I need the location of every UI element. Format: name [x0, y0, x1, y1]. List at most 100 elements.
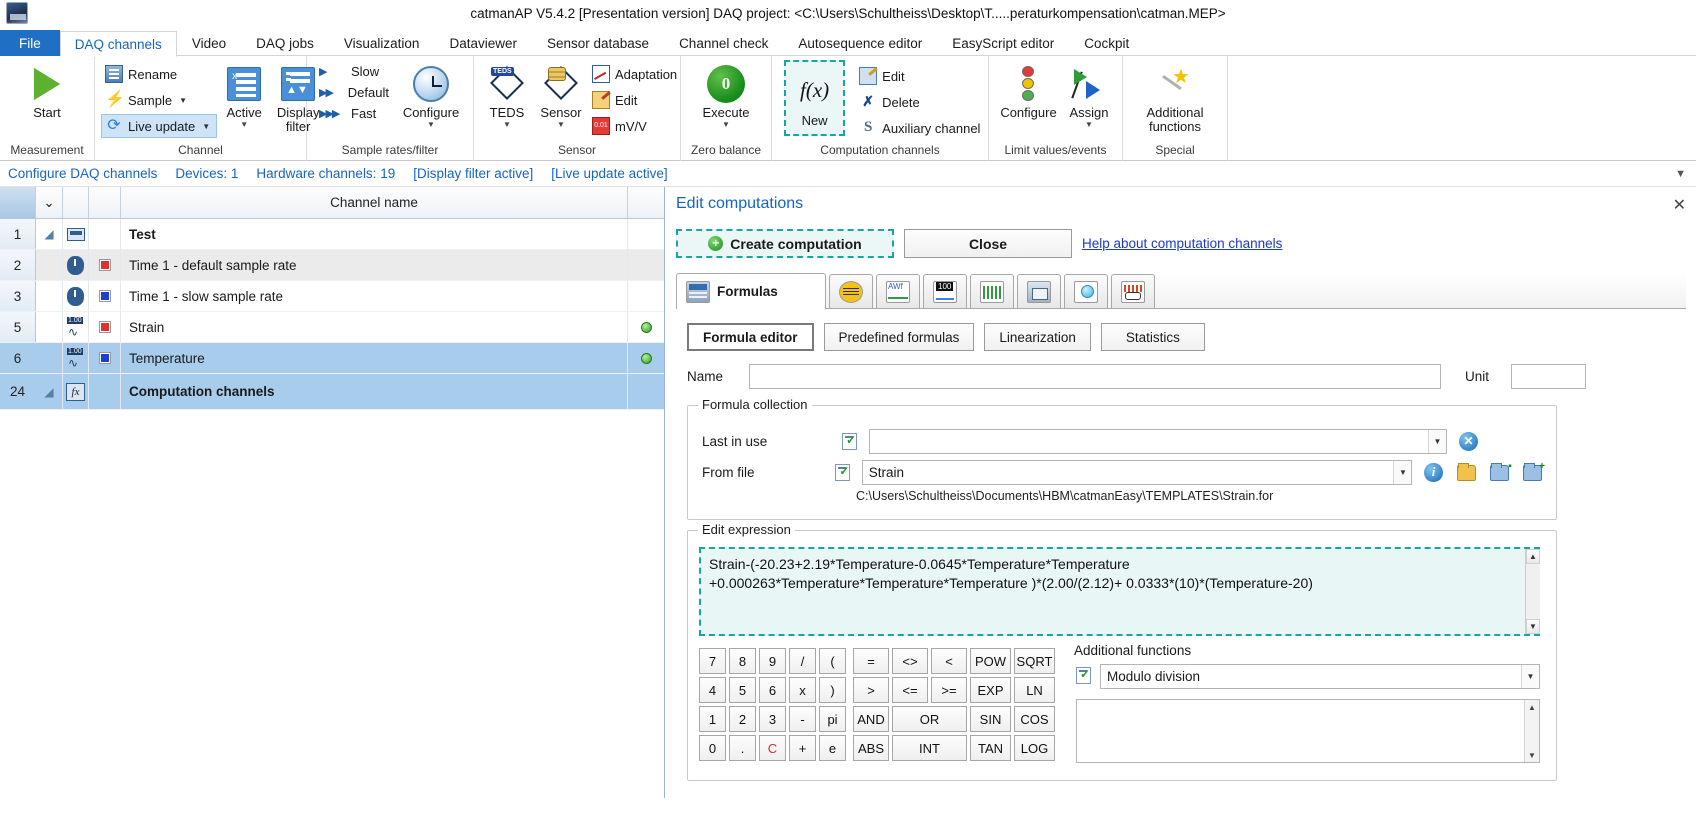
adaptation-button[interactable]: Adaptation	[588, 62, 684, 86]
start-button[interactable]: Start	[20, 60, 74, 120]
key-plus[interactable]: +	[789, 735, 816, 761]
key-divide[interactable]: /	[789, 648, 816, 674]
unit-input[interactable]	[1511, 364, 1587, 389]
tab-statistics[interactable]: Statistics	[1100, 323, 1205, 351]
close-icon[interactable]: ✕	[1673, 195, 1686, 215]
new-folder-icon[interactable]: +	[1522, 461, 1545, 481]
additional-functions-button[interactable]: ★ Additional functions	[1129, 60, 1221, 134]
expression-scrollbar[interactable]: ▲ ▼	[1525, 549, 1540, 634]
chevron-down-icon[interactable]: ▼	[202, 122, 210, 131]
key-5[interactable]: 5	[729, 677, 756, 703]
tab-linearization[interactable]: Linearization	[984, 323, 1091, 351]
additional-functions-description[interactable]: ▲ ▼	[1076, 699, 1540, 763]
key-decimal[interactable]: .	[729, 735, 756, 761]
key-exp[interactable]: EXP	[970, 677, 1011, 703]
help-link[interactable]: Help about computation channels	[1082, 236, 1282, 251]
chevron-down-icon[interactable]: ▼	[503, 121, 511, 129]
clear-circle-icon[interactable]: ✕	[1459, 432, 1478, 451]
key-and[interactable]: AND	[853, 706, 889, 732]
name-input[interactable]	[749, 364, 1441, 389]
table-row[interactable]: 6 1.00 ∿ Temperature	[0, 343, 664, 374]
chevron-down-icon[interactable]: ▼	[179, 96, 187, 105]
row-expander-icon[interactable]: ◢	[36, 219, 63, 249]
tab-visualization[interactable]: Visualization	[329, 30, 435, 56]
formula-check-icon[interactable]	[835, 464, 850, 481]
additional-functions-combo[interactable]: Modulo division ▼	[1100, 664, 1540, 689]
tab-bulb[interactable]	[1064, 274, 1108, 308]
chevron-down-icon[interactable]: ▼	[1675, 168, 1686, 180]
chevron-down-icon[interactable]: ▼	[1521, 665, 1539, 688]
key-or[interactable]: OR	[892, 706, 967, 732]
expression-textarea[interactable]: Strain-(-20.23+2.19*Temperature-0.0645*T…	[699, 547, 1540, 636]
chevron-down-icon[interactable]: ▼	[1085, 121, 1093, 129]
row-color-chip[interactable]	[89, 312, 121, 342]
key-not-equals[interactable]: <>	[892, 648, 928, 674]
tab-histogram[interactable]	[970, 274, 1014, 308]
tab-box[interactable]	[1017, 274, 1061, 308]
active-button[interactable]: x Active ▼	[217, 60, 271, 129]
close-button[interactable]: Close	[904, 229, 1072, 258]
key-tan[interactable]: TAN	[970, 735, 1011, 761]
row-expander-icon[interactable]: ◢	[36, 374, 63, 409]
assign-limits-button[interactable]: Assign ▼	[1062, 60, 1116, 129]
key-multiply[interactable]: x	[789, 677, 816, 703]
key-equals[interactable]: =	[853, 648, 889, 674]
live-update-button[interactable]: ⟳ Live update ▼	[101, 114, 218, 138]
tab-daq-channels[interactable]: DAQ channels	[59, 31, 177, 57]
key-paren-close[interactable]: )	[819, 677, 846, 703]
key-ln[interactable]: LN	[1014, 677, 1055, 703]
rename-button[interactable]: Rename	[101, 62, 217, 86]
table-row[interactable]: 5 1.00 ∿ Strain	[0, 312, 664, 343]
new-computation-button[interactable]: f(x) New	[784, 60, 846, 136]
scroll-down-icon[interactable]: ▼	[1526, 619, 1540, 634]
execute-zero-balance-button[interactable]: 0 Execute ▼	[695, 60, 758, 129]
description-scrollbar[interactable]: ▲ ▼	[1524, 700, 1539, 762]
table-row[interactable]: 2 Time 1 - default sample rate	[0, 250, 664, 281]
tab-file[interactable]: File	[0, 30, 60, 56]
key-6[interactable]: 6	[759, 677, 786, 703]
key-1[interactable]: 1	[699, 706, 726, 732]
tab-daq-jobs[interactable]: DAQ jobs	[241, 30, 329, 56]
key-7[interactable]: 7	[699, 648, 726, 674]
fast-button[interactable]: ▶▶▶ Fast	[313, 104, 395, 123]
tab-scope[interactable]	[1111, 274, 1155, 308]
tab-predefined-formulas[interactable]: Predefined formulas	[823, 323, 975, 351]
key-clear[interactable]: C	[759, 735, 786, 761]
key-sqrt[interactable]: SQRT	[1014, 648, 1055, 674]
scroll-up-icon[interactable]: ▲	[1526, 549, 1540, 564]
key-3[interactable]: 3	[759, 706, 786, 732]
last-in-use-combo[interactable]: ▼	[869, 429, 1447, 454]
tab-autosequence-editor[interactable]: Autosequence editor	[783, 30, 937, 56]
key-2[interactable]: 2	[729, 706, 756, 732]
delete-computation-button[interactable]: ✗ Delete	[855, 90, 981, 114]
chevron-down-icon[interactable]: ▼	[1428, 430, 1446, 453]
key-4[interactable]: 4	[699, 677, 726, 703]
scroll-up-icon[interactable]: ▲	[1525, 700, 1539, 714]
tab-sensor-database[interactable]: Sensor database	[532, 30, 664, 56]
tab-cockpit[interactable]: Cockpit	[1069, 30, 1144, 56]
tab-wires[interactable]	[829, 274, 873, 308]
tab-frequency[interactable]	[876, 274, 920, 308]
key-cos[interactable]: COS	[1014, 706, 1055, 732]
key-8[interactable]: 8	[729, 648, 756, 674]
default-button[interactable]: ▶▶ Default	[313, 83, 395, 102]
key-paren-open[interactable]: (	[819, 648, 846, 674]
chevron-down-icon[interactable]: ▼	[1393, 461, 1412, 484]
key-less-than[interactable]: <	[931, 648, 967, 674]
auxiliary-channel-button[interactable]: S Auxiliary channel	[855, 116, 981, 140]
grid-channel-name-header[interactable]: Channel name	[121, 187, 628, 218]
chevron-down-icon[interactable]: ▼	[557, 121, 565, 129]
teds-button[interactable]: TEDS TEDS ▼	[480, 60, 534, 129]
row-color-chip[interactable]	[89, 281, 121, 311]
key-0[interactable]: 0	[699, 735, 726, 761]
tab-video[interactable]: Video	[177, 30, 241, 56]
key-9[interactable]: 9	[759, 648, 786, 674]
save-folder-icon[interactable]: ▪	[1489, 461, 1512, 481]
key-int[interactable]: INT	[892, 735, 967, 761]
open-folder-icon[interactable]	[1456, 462, 1476, 481]
table-row[interactable]: 1 ◢ Test	[0, 219, 664, 250]
configure-sample-rate-button[interactable]: Configure ▼	[395, 60, 467, 129]
tab-counter[interactable]	[923, 274, 967, 308]
sensor-button[interactable]: Sensor ▼	[534, 60, 588, 129]
edit-computation-button[interactable]: Edit	[855, 64, 981, 88]
